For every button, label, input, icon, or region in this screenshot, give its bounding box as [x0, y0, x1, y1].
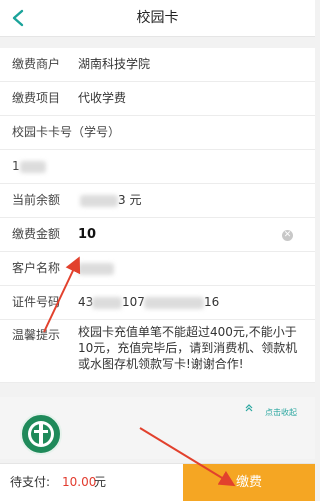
amount-row[interactable]: 缴费金额 ✕	[0, 218, 315, 252]
amount-label: 缴费金额	[12, 227, 61, 241]
merchant-value: 湖南科技学院	[78, 57, 151, 71]
pay-button[interactable]: 缴费	[183, 464, 315, 501]
balance-redaction	[80, 195, 118, 207]
due-amount: 10.00	[62, 475, 97, 489]
customer-row: 客户名称	[0, 252, 315, 286]
card-number-row[interactable]: 1	[0, 150, 315, 184]
id-value-mid: 107	[122, 295, 145, 309]
bank-logo-icon	[28, 421, 54, 447]
id-value-suffix: 16	[204, 295, 220, 309]
card-number-redaction	[20, 161, 46, 173]
card-number-label-row: 校园卡卡号（学号）	[0, 116, 315, 150]
item-label: 缴费项目	[12, 91, 61, 105]
merchant-row: 缴费商户 湖南科技学院	[0, 48, 315, 82]
page-title: 校园卡	[136, 10, 179, 26]
tip-text: 校园卡充值单笔不能超过400元,不能小于10元，充值完毕后，请到消费机、领款机或…	[78, 325, 298, 371]
id-value-prefix: 43	[78, 295, 94, 309]
top-bar: 校园卡	[0, 0, 315, 37]
balance-label: 当前余额	[12, 193, 61, 207]
tip-label: 温馨提示	[12, 328, 61, 342]
customer-label: 客户名称	[12, 261, 61, 275]
card-number-label: 校园卡卡号（学号）	[12, 125, 121, 139]
clear-icon[interactable]: ✕	[282, 230, 293, 241]
card-number-value: 1	[12, 159, 20, 173]
bank-logo	[20, 413, 62, 455]
amount-input[interactable]	[78, 224, 268, 244]
collapse-link[interactable]: 点击收起	[265, 407, 297, 418]
id-label: 证件号码	[12, 295, 61, 309]
tip-row: 温馨提示 校园卡充值单笔不能超过400元,不能小于10元，充值完毕后，请到消费机…	[0, 320, 315, 383]
due-label: 待支付:	[10, 475, 51, 489]
balance-value: 3 元	[118, 193, 142, 207]
customer-redaction	[78, 263, 114, 275]
due-unit: 元	[94, 475, 107, 489]
merchant-label: 缴费商户	[12, 57, 61, 71]
balance-row: 当前余额 3 元	[0, 184, 315, 218]
id-row: 证件号码 43 107 16	[0, 286, 315, 320]
id-redaction-2	[144, 297, 204, 309]
bottom-bar: 待支付: 10.00 元 缴费	[0, 463, 315, 501]
id-redaction-1	[92, 297, 122, 309]
item-value: 代收学费	[78, 91, 127, 105]
double-chevron-up-icon[interactable]	[244, 403, 254, 413]
payment-form: 缴费商户 湖南科技学院 缴费项目 代收学费 校园卡卡号（学号） 1 当前余额 3…	[0, 48, 315, 383]
item-row: 缴费项目 代收学费	[0, 82, 315, 116]
